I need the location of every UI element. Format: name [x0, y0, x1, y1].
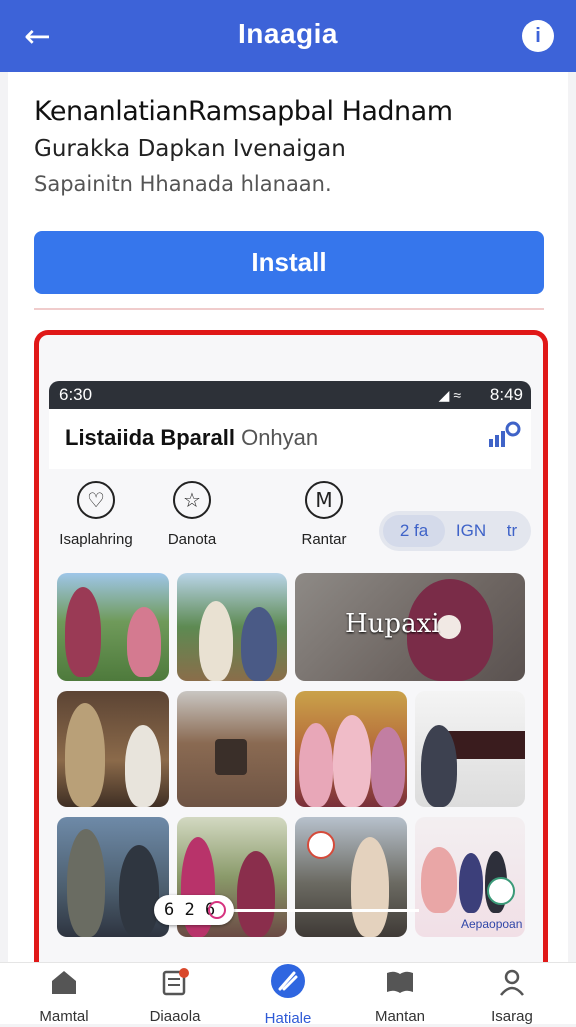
install-button[interactable]: Install [34, 231, 544, 294]
photo-tile[interactable] [295, 817, 407, 937]
record-icon [208, 901, 226, 919]
featured-text: Hupaxi [345, 609, 440, 639]
photo-tile[interactable] [57, 573, 169, 681]
nav-item-library[interactable]: Mantan [350, 967, 450, 1025]
status-time-right: 8:49 [489, 385, 523, 404]
photo-tile[interactable] [295, 691, 407, 807]
status-time: 6:30 [59, 385, 93, 404]
pill-3[interactable]: tr [497, 515, 527, 547]
photo-tile[interactable] [177, 573, 287, 681]
info-icon[interactable]: i [522, 20, 554, 52]
category-isaplahring[interactable]: ♡ Isaplahring [51, 481, 141, 548]
preview-status-bar: 6:30 ◢ ≈ 8:49 [49, 381, 531, 409]
filter-pills: 2 fa IGN tr [379, 511, 531, 551]
nav-item-profile[interactable]: Isarag [462, 967, 562, 1025]
signal-icon[interactable] [487, 421, 521, 451]
video-progress-line [229, 909, 419, 912]
app-detail-card: KenanlatianRamsapbal Hadnam Gurakka Dapk… [8, 72, 568, 970]
nav-label: Diaaola [149, 1008, 201, 1025]
pill-1[interactable]: 2 fa [383, 515, 445, 547]
nav-label: Isarag [491, 1008, 533, 1025]
photo-tile[interactable] [177, 691, 287, 807]
category-label: Rantar [301, 531, 347, 548]
developer-name[interactable]: Gurakka Dapkan Ivenaigan [34, 136, 346, 162]
photo-tile[interactable] [57, 817, 169, 937]
home-icon [52, 971, 76, 994]
photo-tile[interactable] [415, 691, 525, 807]
badge-icon [307, 831, 335, 859]
divider [34, 308, 544, 310]
tile-label: Aepaopoan [461, 917, 523, 931]
category-rantar[interactable]: M Rantar [279, 481, 369, 548]
logo-badge [437, 615, 461, 639]
nav-label: Mantan [374, 1008, 426, 1025]
view-counter[interactable]: 6 2 6 [154, 895, 234, 925]
book-icon [387, 971, 413, 993]
app-name: KenanlatianRamsapbal Hadnam [34, 96, 453, 127]
screenshot-preview[interactable]: 6:30 ◢ ≈ 8:49 Listaiida Bparall Onhyan ♡… [34, 330, 548, 970]
bottom-nav: Mamtal Diaaola Hatiale Mantan Isarag [0, 962, 576, 1027]
signal-wifi-icon: ◢ ≈ [438, 387, 461, 403]
category-danota[interactable]: ☆ Danota [147, 481, 237, 548]
banner-sign [445, 731, 525, 759]
app-bar: ← Inaagia i [0, 0, 576, 72]
featured-tile[interactable]: Hupaxi [295, 573, 525, 681]
nav-item-notes[interactable]: Diaaola [125, 967, 225, 1025]
nav-item-home[interactable]: Mamtal [14, 967, 114, 1025]
photo-tile[interactable] [57, 691, 169, 807]
preview-title: Listaiida Bparall Onhyan [65, 425, 319, 450]
heart-icon: ♡ [77, 481, 115, 519]
app-bar-title: Inaagia [238, 18, 338, 49]
share-icon[interactable] [487, 877, 515, 905]
profile-icon [500, 969, 524, 996]
star-icon: ☆ [173, 481, 211, 519]
pill-2[interactable]: IGN [447, 515, 495, 547]
app-tagline: Sapainitn Hhanada hlanaan. [34, 172, 332, 196]
nav-label: Hatiale [264, 1010, 312, 1027]
m-logo-icon: M [305, 481, 343, 519]
rocket-icon [271, 964, 305, 998]
preview-header: Listaiida Bparall Onhyan [49, 409, 531, 469]
category-label: Isaplahring [59, 531, 133, 548]
notes-icon [162, 968, 189, 996]
photo-tile[interactable]: Aepaopoan [415, 817, 525, 937]
nav-item-featured[interactable]: Hatiale [238, 964, 338, 1027]
nav-label: Mamtal [39, 1008, 89, 1025]
category-label: Danota [167, 531, 217, 548]
